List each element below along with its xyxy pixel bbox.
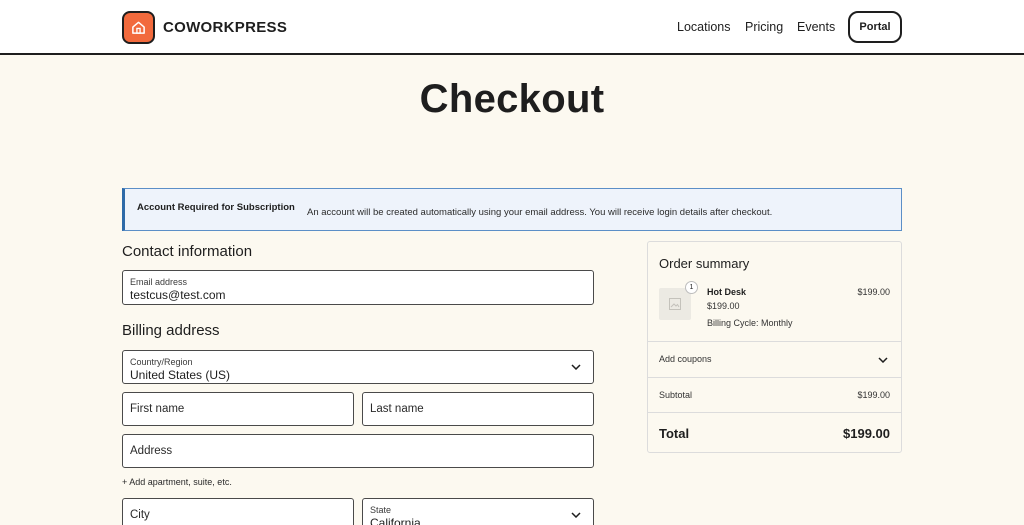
city-field[interactable]: City <box>122 498 354 525</box>
address-field[interactable]: Address <box>122 434 594 468</box>
order-summary-title: Order summary <box>659 256 750 271</box>
state-label: State <box>370 505 392 515</box>
last-name-placeholder: Last name <box>370 403 424 415</box>
image-placeholder-icon <box>669 298 681 310</box>
nav-events[interactable]: Events <box>797 20 835 34</box>
state-value: California <box>370 516 421 525</box>
page-title: Checkout <box>419 77 605 121</box>
brand-name[interactable]: COWORKPRESS <box>163 19 287 36</box>
email-field[interactable]: Email address testcus@test.com <box>122 270 594 305</box>
notice-text: An account will be created automatically… <box>307 207 773 218</box>
logo[interactable] <box>122 11 155 44</box>
billing-heading: Billing address <box>122 322 220 339</box>
first-name-placeholder: First name <box>130 403 185 415</box>
item-price: $199.00 <box>707 301 740 311</box>
subtotal-label: Subtotal <box>659 390 693 400</box>
product-thumbnail <box>659 288 691 320</box>
total-value: $199.00 <box>843 426 890 441</box>
last-name-field[interactable]: Last name <box>362 392 594 426</box>
quantity-badge: 1 <box>685 281 698 294</box>
subtotal-value: $199.00 <box>857 390 890 400</box>
state-select[interactable]: State California <box>362 498 594 525</box>
add-coupons-toggle[interactable]: Add coupons <box>648 342 901 377</box>
portal-button[interactable]: Portal <box>848 11 902 43</box>
add-coupons-label: Add coupons <box>659 354 712 364</box>
email-label: Email address <box>130 277 188 287</box>
chevron-down-icon <box>571 512 581 518</box>
first-name-field[interactable]: First name <box>122 392 354 426</box>
country-select[interactable]: Country/Region United States (US) <box>122 350 594 384</box>
chevron-down-icon <box>571 364 581 370</box>
email-value[interactable]: testcus@test.com <box>130 288 226 302</box>
nav-pricing[interactable]: Pricing <box>745 20 783 34</box>
home-icon <box>132 21 145 34</box>
nav-locations[interactable]: Locations <box>677 20 731 34</box>
order-summary: Order summary 1 Hot Desk $199.00 Billing… <box>647 241 902 453</box>
item-line-total: $199.00 <box>857 287 890 297</box>
site-header: COWORKPRESS Locations Pricing Events Por… <box>0 0 1024 55</box>
add-apartment-link[interactable]: + Add apartment, suite, etc. <box>122 477 232 487</box>
divider <box>648 412 901 413</box>
notice-title: Account Required for Subscription <box>137 202 295 213</box>
address-placeholder: Address <box>130 445 173 457</box>
total-label: Total <box>659 426 690 441</box>
billing-cycle: Billing Cycle: Monthly <box>707 318 793 328</box>
chevron-down-icon <box>878 356 888 363</box>
city-placeholder: City <box>130 509 150 521</box>
country-label: Country/Region <box>130 357 193 367</box>
divider <box>648 377 901 378</box>
country-value: United States (US) <box>130 368 231 382</box>
contact-heading: Contact information <box>122 243 253 260</box>
subscription-notice: Account Required for Subscription An acc… <box>122 188 902 231</box>
item-name: Hot Desk <box>707 287 747 297</box>
